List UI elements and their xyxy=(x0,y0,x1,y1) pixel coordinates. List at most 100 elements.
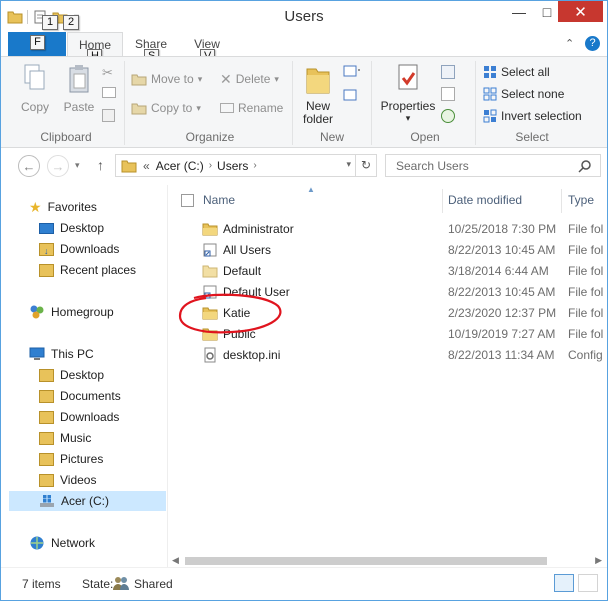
file-row[interactable]: Default 3/18/2014 6:44 AM File fol xyxy=(168,261,608,282)
back-button[interactable]: ← xyxy=(18,155,40,177)
cut-icon[interactable]: ✂ xyxy=(102,65,113,81)
nav-favorites-recent-places[interactable]: Recent places xyxy=(39,260,136,280)
history-icon[interactable] xyxy=(441,109,455,123)
clipboard-group-label: Clipboard xyxy=(40,130,92,144)
delete-button[interactable]: ✕ Delete ▾ xyxy=(220,70,279,88)
paste-shortcut-icon[interactable] xyxy=(102,109,115,122)
folder-light-icon xyxy=(202,265,218,278)
chevron-down-icon[interactable]: ▾ xyxy=(346,159,351,170)
copy-path-icon[interactable] xyxy=(102,87,116,98)
ribbon-home: Copy Paste ✂ Clipboard Move to ▾ Copy to ▾… xyxy=(1,56,607,148)
select-all-checkbox[interactable] xyxy=(181,194,194,207)
open-icon[interactable] xyxy=(441,65,455,79)
select-group-label: Select xyxy=(515,130,549,144)
select-all-icon xyxy=(484,66,496,78)
file-date: 8/22/2013 10:45 AM xyxy=(448,285,556,299)
paste-label: Paste xyxy=(63,100,95,114)
scrollbar-thumb[interactable] xyxy=(185,557,547,565)
network-icon xyxy=(30,536,44,550)
select-all-label: Select all xyxy=(501,65,550,79)
move-to-label: Move to xyxy=(151,72,194,86)
group-separator xyxy=(292,61,293,145)
file-type: File fol xyxy=(568,264,604,278)
refresh-icon[interactable]: ↻ xyxy=(355,155,376,176)
file-type: File fol xyxy=(568,222,604,236)
search-box[interactable]: Search Users xyxy=(385,154,601,177)
new-item-icon[interactable] xyxy=(343,65,361,79)
nav-this-pc-downloads[interactable]: Downloads xyxy=(39,407,119,427)
forward-button[interactable]: → xyxy=(47,155,69,177)
scroll-right-icon[interactable]: ▶ xyxy=(595,555,602,566)
select-all-button[interactable]: Select all xyxy=(483,63,550,81)
navigation-pane: ★ Favorites Desktop ↓ Downloads Recent p… xyxy=(1,185,166,567)
properties-button[interactable]: Properties ▾ xyxy=(379,62,437,124)
recent-locations-icon[interactable]: ▾ xyxy=(75,160,80,171)
nav-favorites-downloads[interactable]: ↓ Downloads xyxy=(39,239,119,259)
scroll-left-icon[interactable]: ◀ xyxy=(172,555,179,566)
nav-this-pc-music[interactable]: Music xyxy=(39,428,91,448)
column-date-modified[interactable]: Date modified xyxy=(448,193,522,207)
minimize-ribbon-icon[interactable]: ⌃ xyxy=(565,37,574,50)
file-date: 10/25/2018 7:30 PM xyxy=(448,222,557,236)
paste-button[interactable]: Paste xyxy=(59,63,99,114)
nav-favorites-desktop[interactable]: Desktop xyxy=(39,218,104,238)
rename-icon xyxy=(220,103,234,113)
easy-access-icon[interactable] xyxy=(343,89,361,103)
new-folder-button[interactable]: New folder xyxy=(297,61,339,126)
column-name[interactable]: Name xyxy=(203,193,235,207)
help-icon[interactable]: ? xyxy=(585,36,600,51)
file-name: Administrator xyxy=(223,222,294,236)
nav-this-pc-pictures[interactable]: Pictures xyxy=(39,449,103,469)
nav-favorites[interactable]: ★ Favorites xyxy=(29,197,97,217)
nav-this-pc-acer-c[interactable]: Acer (C:) xyxy=(9,491,166,511)
nav-item-label: Music xyxy=(60,431,92,445)
column-separator[interactable] xyxy=(561,189,562,213)
close-button[interactable]: ✕ xyxy=(558,1,603,22)
nav-this-pc[interactable]: This PC xyxy=(29,344,94,364)
chevron-right-icon[interactable]: › xyxy=(209,160,212,171)
file-row[interactable]: desktop.ini 8/22/2013 11:34 AM Config xyxy=(168,345,608,366)
nav-this-pc-documents[interactable]: Documents xyxy=(39,386,121,406)
invert-selection-label: Invert selection xyxy=(501,109,582,123)
breadcrumb-overflow[interactable]: « xyxy=(143,159,150,173)
breadcrumb-users[interactable]: Users xyxy=(217,159,248,173)
invert-selection-button[interactable]: Invert selection xyxy=(483,107,582,125)
minimize-button[interactable]: — xyxy=(506,1,532,23)
horizontal-scrollbar[interactable]: ◀ ▶ xyxy=(172,555,602,567)
file-date: 8/22/2013 11:34 AM xyxy=(448,348,555,362)
file-date: 3/18/2014 6:44 AM xyxy=(448,264,549,278)
file-row[interactable]: Administrator 10/25/2018 7:30 PM File fo… xyxy=(168,219,608,240)
nav-this-pc-videos[interactable]: Videos xyxy=(39,470,96,490)
details-view-icon[interactable] xyxy=(554,574,574,592)
new-folder-label: New folder xyxy=(302,99,334,126)
nav-homegroup[interactable]: Homegroup xyxy=(29,302,114,322)
nav-network[interactable]: Network xyxy=(29,533,95,553)
copy-button[interactable]: Copy xyxy=(15,63,55,114)
address-bar[interactable]: « Acer (C:) › Users › ▾ ↻ xyxy=(115,154,377,177)
explorer-window: ▾ 1 2 Users — □ ✕ F Home Share View H S … xyxy=(0,0,608,601)
up-arrow-icon[interactable]: ↑ xyxy=(97,157,104,173)
homegroup-icon xyxy=(30,305,44,319)
open-group-label: Open xyxy=(410,130,440,144)
select-none-button[interactable]: Select none xyxy=(483,85,564,103)
rename-button[interactable]: Rename xyxy=(220,99,283,117)
file-row[interactable]: All Users 8/22/2013 10:45 AM File fol xyxy=(168,240,608,261)
nav-this-pc-desktop[interactable]: Desktop xyxy=(39,365,104,385)
edit-icon[interactable] xyxy=(441,87,455,101)
file-date: 8/22/2013 10:45 AM xyxy=(448,243,556,257)
large-icons-view-icon[interactable] xyxy=(578,574,598,592)
nav-network-label: Network xyxy=(51,536,96,550)
copy-to-button[interactable]: Copy to ▾ xyxy=(131,99,201,117)
maximize-button[interactable]: □ xyxy=(534,1,560,23)
search-icon[interactable] xyxy=(578,159,592,173)
nav-item-label: Acer (C:) xyxy=(61,494,109,508)
videos-folder-icon xyxy=(39,473,54,487)
breadcrumb-drive[interactable]: Acer (C:) xyxy=(156,159,204,173)
search-input[interactable]: Search Users xyxy=(396,159,469,173)
column-type[interactable]: Type xyxy=(568,193,594,207)
chevron-right-icon[interactable]: › xyxy=(253,160,256,171)
highlight-circle-annotation xyxy=(178,293,282,334)
file-name: All Users xyxy=(223,243,272,257)
move-to-button[interactable]: Move to ▾ xyxy=(131,70,202,88)
column-separator[interactable] xyxy=(442,189,443,213)
